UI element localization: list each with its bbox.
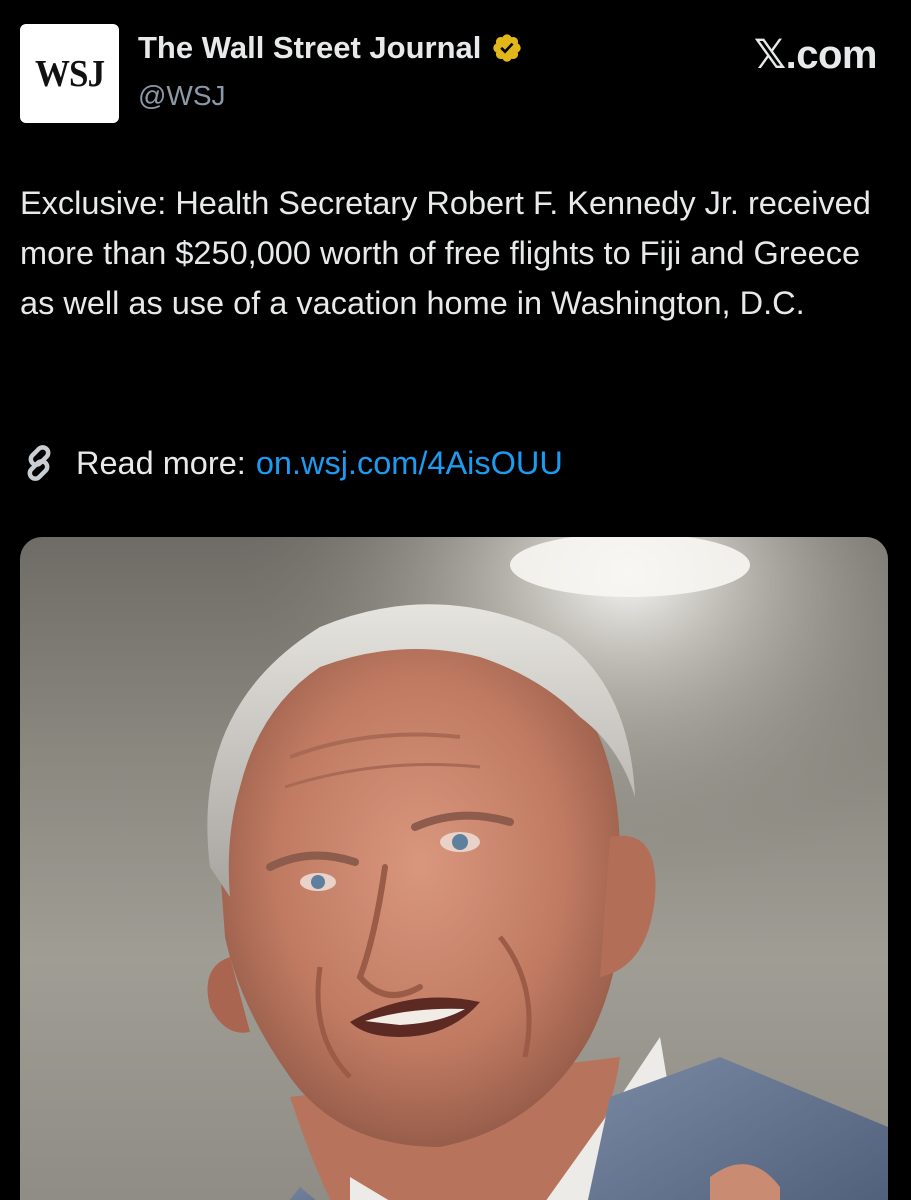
x-com-watermark: 𝕏.com [753, 33, 878, 77]
avatar[interactable]: WSJ [20, 24, 119, 123]
read-more-label: Read more: [76, 445, 246, 481]
author-name-row[interactable]: The Wall Street Journal [138, 30, 523, 66]
post-media-photo[interactable] [20, 537, 888, 1200]
verified-badge-icon [491, 32, 523, 64]
author-display-name[interactable]: The Wall Street Journal [138, 30, 481, 66]
link-icon [20, 444, 58, 482]
author-handle[interactable]: @WSJ [138, 80, 226, 112]
post-header: WSJ The Wall Street Journal @WSJ 𝕏.com [20, 24, 878, 124]
avatar-logo-text: WSJ [34, 52, 105, 95]
read-more-line: Read more: on.wsj.com/4AisOUU [20, 438, 563, 488]
man-portrait-photo [20, 537, 888, 1200]
post-screenshot: WSJ The Wall Street Journal @WSJ 𝕏.com E… [0, 0, 911, 1200]
article-link[interactable]: on.wsj.com/4AisOUU [256, 438, 563, 488]
previous-content-cutoff [20, 0, 28, 6]
post-text: Exclusive: Health Secretary Robert F. Ke… [20, 185, 871, 321]
